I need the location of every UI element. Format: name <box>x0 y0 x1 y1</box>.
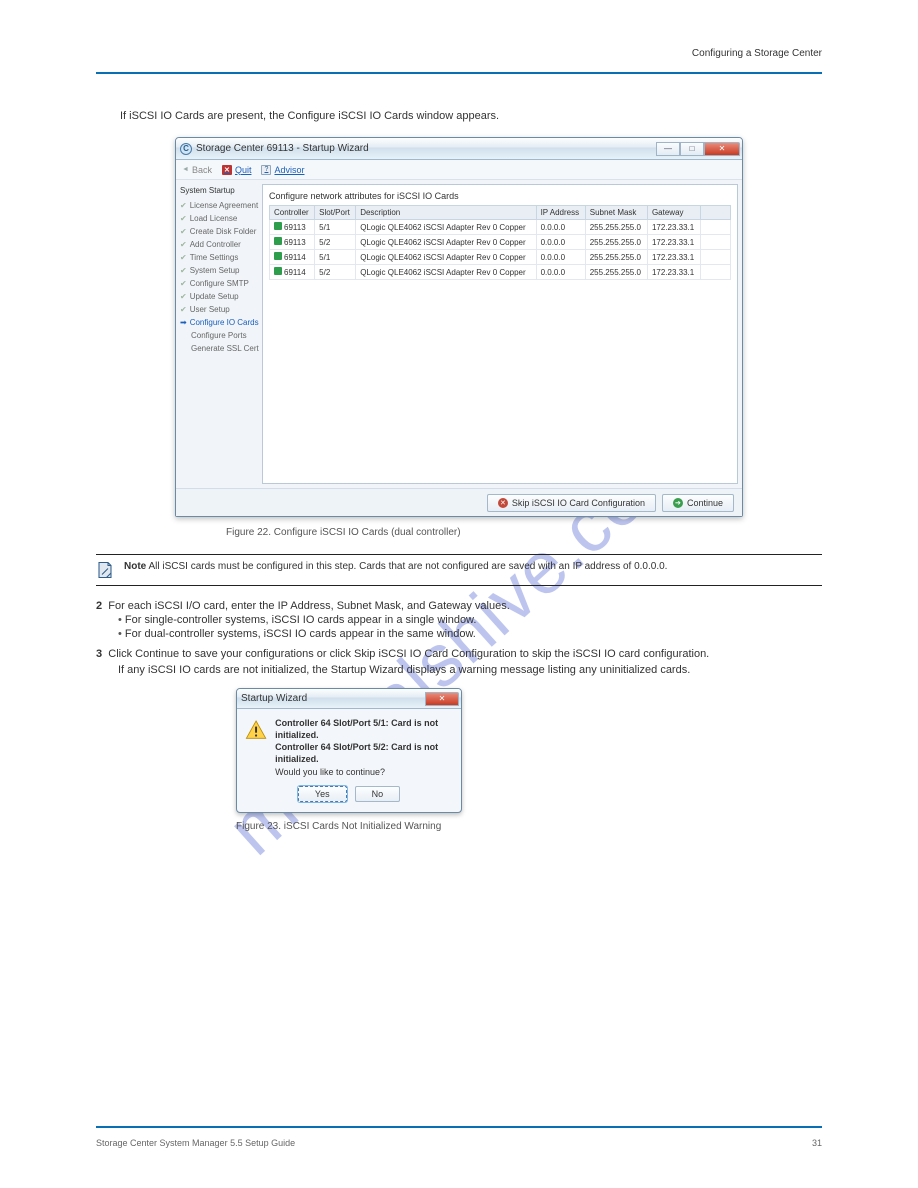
header-rule <box>96 72 822 74</box>
col-mask[interactable]: Subnet Mask <box>585 206 647 220</box>
advisor-icon: ? <box>261 165 271 175</box>
sidebar-item[interactable]: User Setup <box>180 303 260 316</box>
continue-button[interactable]: ➔Continue <box>662 494 734 512</box>
dialog-message: Controller 64 Slot/Port 5/1: Card is not… <box>275 717 453 778</box>
col-controller[interactable]: Controller <box>270 206 315 220</box>
sidebar-item[interactable]: License Agreement <box>180 199 260 212</box>
io-cards-table[interactable]: Controller Slot/Port Description IP Addr… <box>269 205 731 280</box>
wizard-window: C Storage Center 69113 - Startup Wizard … <box>175 137 743 517</box>
quit-link[interactable]: ✕Quit <box>222 165 252 175</box>
col-desc[interactable]: Description <box>356 206 536 220</box>
quit-icon: ✕ <box>222 165 232 175</box>
page-header: Configuring a Storage Center <box>692 48 822 59</box>
sidebar-heading: System Startup <box>180 186 260 195</box>
note-block: Note All iSCSI cards must be configured … <box>96 554 822 586</box>
col-ip[interactable]: IP Address <box>536 206 585 220</box>
step-2-bullet: • For single-controller systems, iSCSI I… <box>118 614 822 626</box>
toolbar: Back ✕Quit ?Advisor <box>176 160 742 180</box>
step-3: 3 Click Continue to save your configurat… <box>96 648 822 660</box>
sidebar-item[interactable]: Configure SMTP <box>180 277 260 290</box>
figure-caption-2: Figure 23. iSCSI Cards Not Initialized W… <box>236 821 822 832</box>
skip-icon: ✕ <box>498 498 508 508</box>
sidebar-item[interactable]: Generate SSL Cert <box>180 342 260 355</box>
table-row[interactable]: 69114 5/1QLogic QLE4062 iSCSI Adapter Re… <box>270 250 731 265</box>
titlebar[interactable]: C Storage Center 69113 - Startup Wizard … <box>176 138 742 160</box>
dialog-title: Startup Wizard <box>241 693 307 704</box>
col-gw[interactable]: Gateway <box>647 206 700 220</box>
status-flag-icon <box>274 237 282 245</box>
sidebar-item[interactable]: Add Controller <box>180 238 260 251</box>
footer-left: Storage Center System Manager 5.5 Setup … <box>96 1138 295 1148</box>
footer-rule <box>96 1126 822 1128</box>
footer-page-number: 31 <box>812 1138 822 1148</box>
back-link[interactable]: Back <box>182 165 212 175</box>
sidebar-item[interactable]: Configure Ports <box>180 329 260 342</box>
no-button[interactable]: No <box>355 786 401 802</box>
sidebar-item[interactable]: Update Setup <box>180 290 260 303</box>
step-2: 2 For each iSCSI I/O card, enter the IP … <box>96 600 822 612</box>
close-button[interactable]: ✕ <box>704 142 740 156</box>
sidebar-item[interactable]: Create Disk Folder <box>180 225 260 238</box>
warning-dialog: Startup Wizard ✕ Controller 64 Slot/Port… <box>236 688 462 813</box>
status-flag-icon <box>274 267 282 275</box>
step-3-parag: If any iSCSI IO cards are not initialize… <box>118 664 822 676</box>
sidebar-item-current[interactable]: Configure IO Cards <box>180 316 260 329</box>
wizard-sidebar: System Startup License Agreement Load Li… <box>176 180 262 488</box>
col-blank <box>701 206 731 220</box>
main-heading: Configure network attributes for iSCSI I… <box>269 191 731 201</box>
sidebar-item[interactable]: Time Settings <box>180 251 260 264</box>
step-2-bullet: • For dual-controller systems, iSCSI IO … <box>118 628 822 640</box>
app-icon: C <box>180 143 192 155</box>
minimize-button[interactable]: — <box>656 142 680 156</box>
status-flag-icon <box>274 222 282 230</box>
table-row[interactable]: 69114 5/2QLogic QLE4062 iSCSI Adapter Re… <box>270 265 731 280</box>
dialog-close-button[interactable]: ✕ <box>425 692 459 706</box>
skip-button[interactable]: ✕Skip iSCSI IO Card Configuration <box>487 494 656 512</box>
maximize-button[interactable]: □ <box>680 142 704 156</box>
table-row[interactable]: 69113 5/1QLogic QLE4062 iSCSI Adapter Re… <box>270 220 731 235</box>
button-bar: ✕Skip iSCSI IO Card Configuration ➔Conti… <box>176 488 742 516</box>
warning-icon <box>245 717 267 743</box>
status-flag-icon <box>274 252 282 260</box>
sidebar-item[interactable]: System Setup <box>180 264 260 277</box>
intro-text: If iSCSI IO Cards are present, the Confi… <box>120 110 822 122</box>
window-title: Storage Center 69113 - Startup Wizard <box>196 143 369 154</box>
main-pane: Configure network attributes for iSCSI I… <box>262 184 738 484</box>
note-icon <box>96 561 114 579</box>
figure-caption-1: Figure 22. Configure iSCSI IO Cards (dua… <box>226 527 822 538</box>
note-text: Note All iSCSI cards must be configured … <box>124 561 822 572</box>
dialog-titlebar[interactable]: Startup Wizard ✕ <box>237 689 461 709</box>
yes-button[interactable]: Yes <box>298 786 347 802</box>
sidebar-item[interactable]: Load License <box>180 212 260 225</box>
table-row[interactable]: 69113 5/2QLogic QLE4062 iSCSI Adapter Re… <box>270 235 731 250</box>
advisor-link[interactable]: ?Advisor <box>261 165 304 175</box>
continue-icon: ➔ <box>673 498 683 508</box>
col-slot[interactable]: Slot/Port <box>315 206 356 220</box>
